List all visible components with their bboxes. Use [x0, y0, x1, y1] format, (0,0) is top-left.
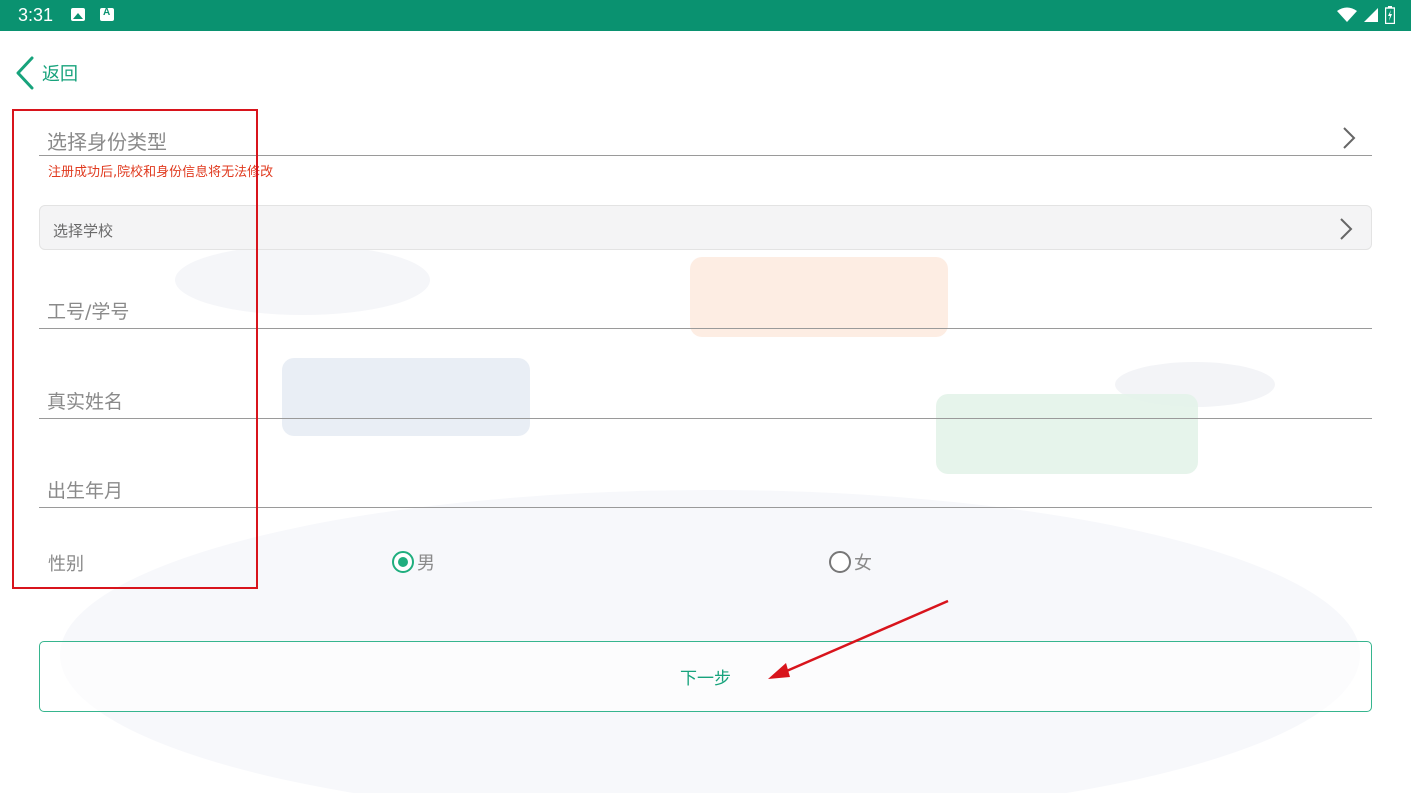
job-number-placeholder: 工号/学号 [47, 301, 130, 323]
real-name-placeholder: 真实姓名 [47, 391, 124, 413]
warning-text: 注册成功后,院校和身份信息将无法修改 [48, 165, 274, 180]
status-indicators [1337, 6, 1395, 24]
birth-date-placeholder: 出生年月 [47, 480, 124, 502]
gender-radio-male[interactable]: 男 [392, 549, 435, 575]
register-screen: 3:31 返回 选择身份类型 注册成功后 [0, 0, 1411, 793]
gender-label: 性别 [48, 554, 84, 575]
real-name-input[interactable]: 真实姓名 [39, 380, 1372, 419]
battery-icon [1385, 6, 1395, 24]
divider [39, 328, 1372, 329]
radio-unchecked-icon [829, 551, 851, 573]
gender-radio-female[interactable]: 女 [829, 549, 872, 575]
gender-option-label: 男 [417, 553, 435, 574]
job-number-input[interactable]: 工号/学号 [39, 290, 1372, 329]
birth-date-input[interactable]: 出生年月 [39, 470, 1372, 508]
wifi-icon [1337, 7, 1357, 22]
divider [39, 155, 1372, 156]
next-step-button[interactable]: 下一步 [39, 641, 1372, 712]
chevron-right-icon [1343, 127, 1356, 149]
status-bar: 3:31 [0, 0, 1411, 31]
divider [39, 507, 1372, 508]
image-icon [71, 8, 85, 21]
divider [39, 418, 1372, 419]
identity-type-placeholder: 选择身份类型 [47, 130, 167, 154]
back-label: 返回 [42, 64, 78, 85]
chevron-right-icon [1340, 218, 1353, 240]
school-placeholder: 选择学校 [53, 222, 114, 240]
back-button[interactable]: 返回 [14, 56, 78, 90]
annotation-highlight-box [12, 109, 258, 589]
next-step-label: 下一步 [680, 669, 731, 689]
a-icon [100, 7, 114, 21]
status-time: 3:31 [18, 5, 54, 25]
identity-type-select[interactable]: 选择身份类型 [39, 112, 1372, 156]
school-select[interactable]: 选择学校 [39, 205, 1372, 250]
gender-option-label: 女 [854, 553, 872, 574]
chevron-left-icon [16, 56, 34, 90]
signal-icon [1364, 8, 1378, 22]
radio-checked-icon [392, 551, 414, 573]
